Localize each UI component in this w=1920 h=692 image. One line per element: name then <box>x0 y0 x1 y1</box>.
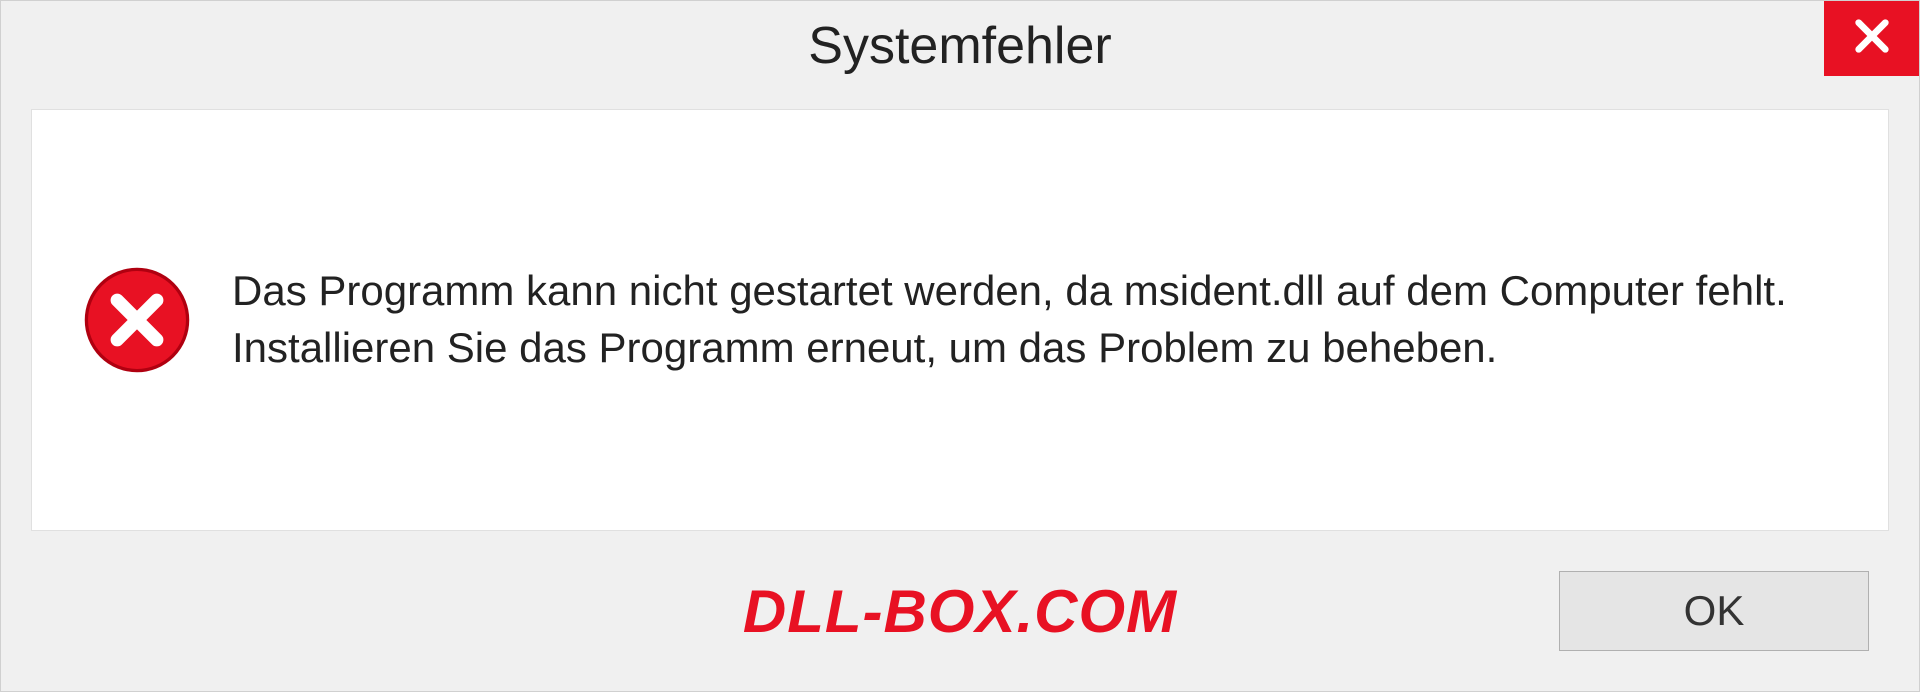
error-message: Das Programm kann nicht gestartet werden… <box>232 263 1838 376</box>
titlebar: Systemfehler <box>1 1 1919 91</box>
footer: DLL-BOX.COM OK <box>1 531 1919 691</box>
close-icon <box>1852 16 1892 61</box>
ok-button[interactable]: OK <box>1559 571 1869 651</box>
dialog-title: Systemfehler <box>808 16 1111 76</box>
error-icon <box>82 265 192 375</box>
close-button[interactable] <box>1824 1 1919 76</box>
ok-button-label: OK <box>1684 587 1745 635</box>
watermark-text: DLL-BOX.COM <box>743 577 1177 646</box>
error-dialog: Systemfehler Das Programm kann nicht ges… <box>0 0 1920 692</box>
content-area: Das Programm kann nicht gestartet werden… <box>31 109 1889 531</box>
